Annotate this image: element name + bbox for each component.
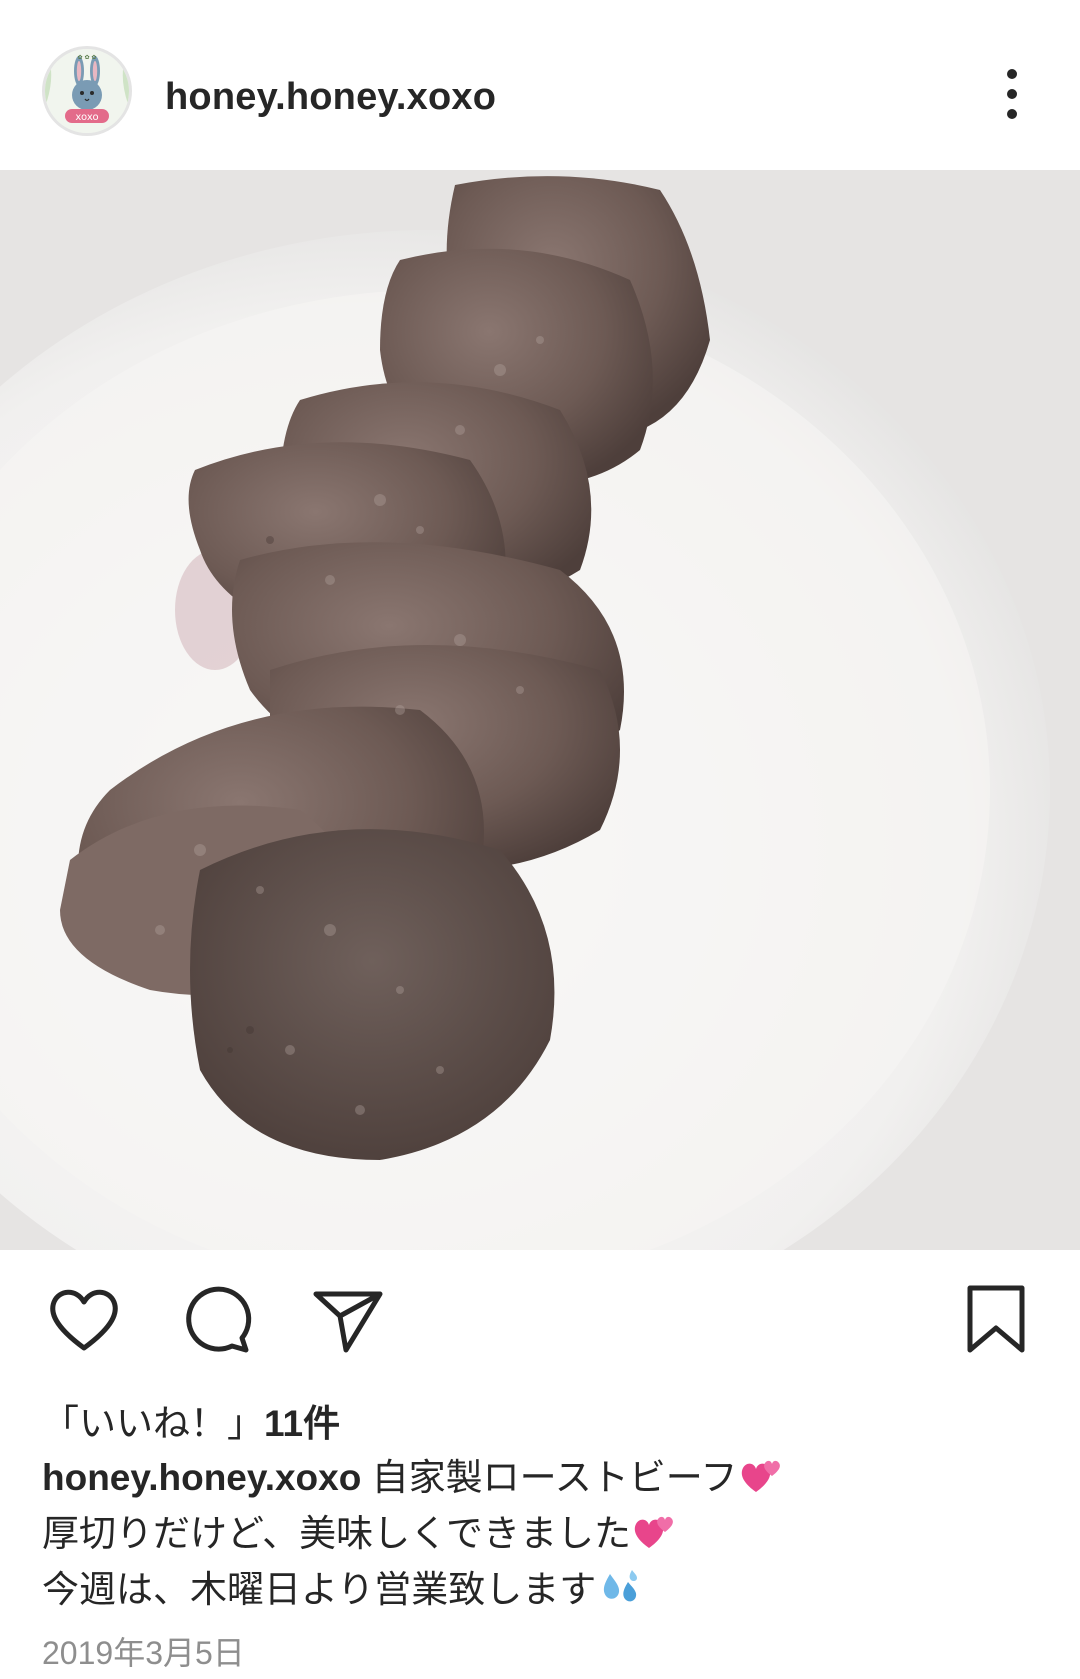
two-hearts-icon: [741, 1460, 780, 1492]
avatar-text: xoxo: [75, 112, 98, 123]
caption-text-3: 今週は、木曜日より営業致します: [42, 1569, 597, 1610]
caption-line-2: 厚切りだけど、美味しくできました: [42, 1506, 1042, 1562]
likes-number: 11件: [264, 1403, 341, 1444]
caption-line-1: honey.honey.xoxo 自家製ローストビーフ: [42, 1450, 1042, 1506]
svg-text:✿ ✿ ✿: ✿ ✿ ✿: [78, 54, 97, 61]
two-hearts-icon: [634, 1516, 673, 1548]
bunny-avatar-icon: xoxo ✿ ✿ ✿: [45, 49, 129, 133]
bookmark-icon: [967, 1285, 1025, 1353]
save-button[interactable]: [956, 1280, 1036, 1360]
likes-count[interactable]: 「いいね！」11件: [42, 1393, 340, 1447]
caption-line-3: 今週は、木曜日より営業致します: [42, 1562, 1042, 1618]
more-vertical-icon: [1007, 69, 1017, 119]
likes-prefix: 「いいね！」: [42, 1403, 264, 1444]
post-caption: honey.honey.xoxo 自家製ローストビーフ 厚切りだけど、美味しくで…: [42, 1450, 1042, 1618]
comment-button[interactable]: [176, 1280, 256, 1360]
post-image[interactable]: [0, 170, 1080, 1250]
caption-text-2: 厚切りだけど、美味しくできました: [42, 1513, 632, 1554]
post-date: 2019年3月5日: [42, 1635, 245, 1671]
like-button[interactable]: [44, 1280, 124, 1360]
heart-icon: [50, 1289, 118, 1351]
sweat-droplets-icon: [604, 1570, 638, 1602]
caption-text-1: 自家製ローストビーフ: [361, 1457, 738, 1498]
header-username[interactable]: honey.honey.xoxo: [165, 76, 496, 119]
caption-username[interactable]: honey.honey.xoxo: [42, 1457, 361, 1498]
roast-beef-photo: [0, 170, 1080, 1250]
post-header: xoxo ✿ ✿ ✿ honey.honey.xoxo: [0, 0, 1080, 170]
profile-avatar[interactable]: xoxo ✿ ✿ ✿: [42, 46, 132, 136]
send-icon: [313, 1291, 383, 1353]
share-button[interactable]: [308, 1280, 388, 1360]
comment-icon: [186, 1286, 252, 1353]
more-options-button[interactable]: [992, 66, 1032, 122]
